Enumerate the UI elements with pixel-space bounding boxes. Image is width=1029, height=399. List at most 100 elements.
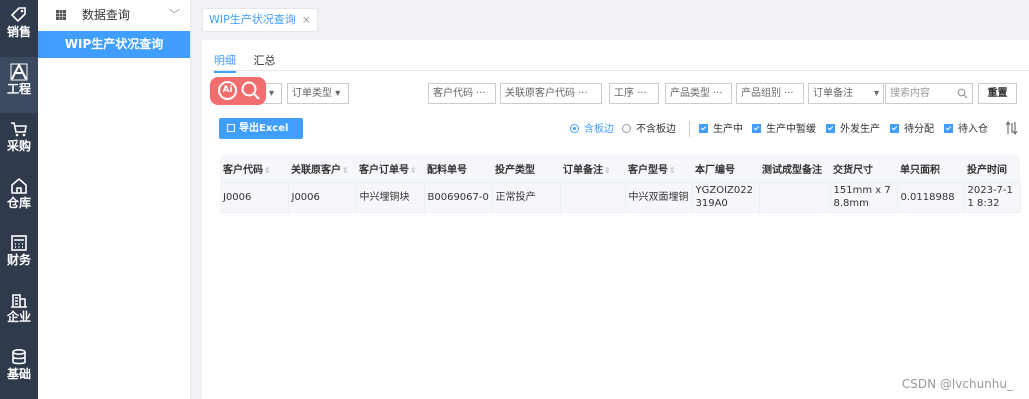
rail-item-basic[interactable]: 基础: [0, 342, 38, 398]
more-icon: ···: [713, 88, 723, 99]
subnav-item-wip[interactable]: WIP生产状况查询: [38, 31, 190, 58]
divider: [210, 70, 1029, 71]
checkbox-paused[interactable]: 生产中暂缓: [752, 123, 816, 137]
header-label: 投产时间: [967, 164, 1007, 176]
reset-button[interactable]: 重置: [978, 83, 1017, 104]
table-header-row: 客户代码⇕ 关联原客户⇕ 客户订单号⇕ 配料单号 投产类型 订单备注⇕ 客户型号…: [220, 155, 1020, 183]
column-header[interactable]: 本厂编号: [692, 155, 759, 183]
more-icon: ···: [784, 88, 794, 99]
table-cell: 正常投产: [492, 182, 561, 213]
table-cell: [759, 182, 831, 213]
sort-icon[interactable]: ⇕: [342, 166, 349, 175]
checkbox-label: 生产中: [713, 124, 743, 135]
main-rail: 销售 工程 采购 仓库 财务 企业 基础: [0, 0, 38, 399]
table-cell: 2023-7-11 8:32: [964, 182, 1021, 213]
column-header[interactable]: 客户订单号⇕: [356, 155, 424, 183]
table-cell: [560, 182, 626, 213]
column-header[interactable]: 关联原客户⇕: [288, 155, 356, 183]
search-input[interactable]: 搜索内容: [885, 83, 973, 104]
sub-sidebar: 数据查询 ﹀ WIP生产状况查询: [38, 0, 191, 399]
header-label: 配料单号: [427, 164, 467, 176]
column-header[interactable]: 订单备注⇕: [560, 155, 625, 183]
process-field[interactable]: 工序 ···: [609, 83, 659, 104]
rail-item-sales[interactable]: 销售: [0, 0, 38, 56]
search-icon: [957, 88, 968, 99]
checkbox-pending-stock[interactable]: 待入仓: [944, 123, 988, 137]
export-label: 导出Excel: [239, 123, 289, 134]
calculator-icon: [11, 235, 27, 251]
rail-item-enterprise[interactable]: 企业: [0, 285, 38, 341]
rail-item-finance[interactable]: 财务: [0, 228, 38, 284]
sort-settings-icon[interactable]: [1005, 121, 1019, 135]
column-header[interactable]: 客户代码⇕: [220, 155, 288, 183]
table-cell: J0006: [288, 182, 357, 213]
column-header[interactable]: 单只面积: [897, 155, 964, 183]
divider: [689, 121, 690, 137]
order-note-label: 订单备注: [813, 88, 853, 99]
order-type-select[interactable]: 订单类型 ▾: [287, 83, 349, 104]
column-header[interactable]: 投产类型: [492, 155, 560, 183]
header-label: 客户代码: [223, 164, 263, 176]
radio-checked-icon: [570, 124, 579, 133]
sort-icon[interactable]: ⇕: [604, 166, 611, 175]
header-label: 客户订单号: [359, 164, 409, 176]
related-customer-code-field[interactable]: 关联原客户代码 ···: [500, 83, 602, 104]
main-panel: 明细 汇总 ▾ 订单类型 ▾ 客户代码 ··· 关联原客户代码 ··· 工序 ··· …: [202, 40, 1029, 399]
cart-icon: [11, 122, 27, 137]
rail-item-engineering[interactable]: 工程: [0, 57, 38, 113]
rail-label: 仓库: [6, 196, 31, 210]
process-label: 工序: [614, 88, 634, 99]
table-cell: 0.0118988: [897, 182, 965, 213]
column-header[interactable]: 测试成型备注: [759, 155, 830, 183]
rail-label: 采购: [6, 139, 31, 153]
rail-label: 工程: [6, 82, 31, 96]
table-row[interactable]: J0006 J0006 中兴埋铜块 B0069067-0 正常投产 中兴双面埋铜…: [220, 182, 1021, 213]
product-group-field[interactable]: 产品组别 ···: [736, 83, 804, 104]
table-cell: B0069067-0: [424, 182, 493, 213]
tab-bar: WIP生产状况查询 ×: [191, 0, 1029, 36]
checkbox-checked-icon: [944, 124, 953, 133]
close-icon[interactable]: ×: [302, 13, 311, 26]
radio-icon: [622, 124, 631, 133]
sort-icon[interactable]: ⇕: [264, 166, 271, 175]
rail-label: 企业: [6, 310, 31, 324]
more-icon: ···: [578, 88, 588, 99]
rail-label: 销售: [6, 25, 31, 39]
sort-icon[interactable]: ⇕: [669, 166, 676, 175]
order-note-select[interactable]: 订单备注 ▾: [808, 83, 884, 104]
ai-assistant-badge[interactable]: Ai: [210, 77, 266, 105]
caret-icon: ▾: [873, 88, 879, 99]
customer-code-field[interactable]: 客户代码 ···: [428, 83, 496, 104]
checkbox-pending-assign[interactable]: 待分配: [890, 123, 934, 137]
tab-wip-status[interactable]: WIP生产状况查询 ×: [202, 8, 318, 32]
table-cell: 中兴双面埋铜: [625, 182, 693, 213]
checkbox-label: 生产中暂缓: [766, 124, 816, 135]
subnav-group-data-query[interactable]: 数据查询 ﹀: [38, 0, 190, 30]
product-type-field[interactable]: 产品类型 ···: [665, 83, 732, 104]
radio-exclude-edge[interactable]: 不含板边: [622, 123, 676, 137]
checkbox-label: 待分配: [904, 124, 934, 135]
checkbox-producing[interactable]: 生产中: [699, 123, 743, 137]
export-excel-button[interactable]: 导出Excel: [219, 118, 303, 139]
building-icon: [11, 294, 27, 308]
rail-item-purchase[interactable]: 采购: [0, 114, 38, 170]
radio-include-edge[interactable]: 含板边: [570, 123, 614, 137]
header-label: 本厂编号: [695, 164, 735, 176]
column-header[interactable]: 交货尺寸: [830, 155, 897, 183]
tab-summary[interactable]: 汇总: [254, 52, 276, 71]
checkbox-label: 外发生产: [840, 124, 880, 135]
order-type-label: 订单类型: [292, 88, 332, 99]
table-cell: J0006: [220, 182, 289, 213]
checkbox-checked-icon: [752, 124, 761, 133]
column-header[interactable]: 配料单号: [424, 155, 492, 183]
checkbox-outsourced[interactable]: 外发生产: [826, 123, 880, 137]
header-label: 客户型号: [628, 164, 668, 176]
upload-icon: [227, 124, 235, 132]
header-label: 投产类型: [495, 164, 535, 176]
table-cell: YGZOIZ022319A0: [692, 182, 760, 213]
grid-icon: [56, 10, 66, 20]
sort-icon[interactable]: ⇕: [410, 166, 417, 175]
column-header[interactable]: 客户型号⇕: [625, 155, 692, 183]
rail-item-warehouse[interactable]: 仓库: [0, 171, 38, 227]
column-header[interactable]: 投产时间: [964, 155, 1020, 183]
